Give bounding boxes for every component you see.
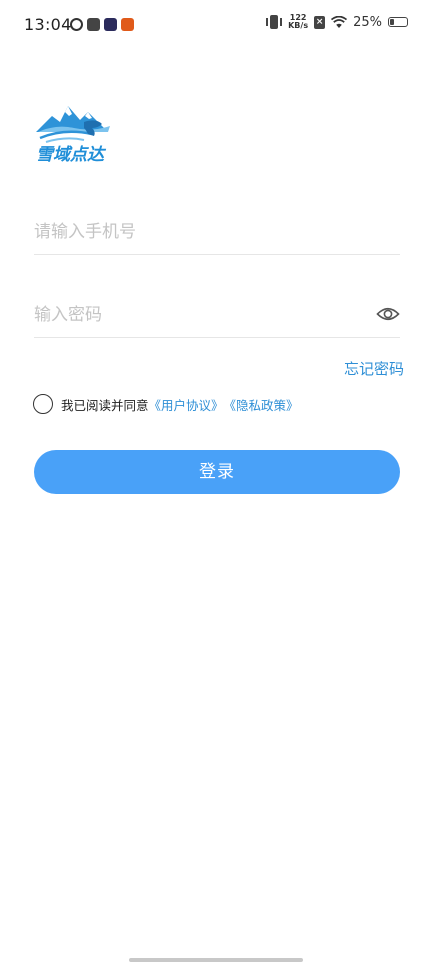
wifi-icon — [331, 15, 348, 29]
logo-text: 雪域点达 — [36, 145, 104, 165]
password-field — [34, 293, 400, 338]
net-speed: 122 KB/s — [288, 14, 308, 30]
login-button[interactable]: 登录 — [34, 450, 400, 494]
phone-input[interactable] — [34, 210, 354, 254]
phone-field — [34, 210, 400, 255]
sim-icon: × — [314, 15, 326, 29]
circle-app-icon — [70, 18, 83, 31]
status-time: 13:04 — [24, 15, 72, 34]
battery-icon — [388, 17, 408, 27]
battery-fill — [390, 19, 394, 25]
agreement-text: 我已阅读并同意 — [61, 397, 149, 413]
notification-icons — [70, 18, 134, 31]
agreement-checkbox[interactable] — [33, 394, 53, 414]
forgot-password-link[interactable]: 忘记密码 — [344, 358, 404, 379]
login-screen: 13:04 122 KB/s × 25% 雪域点达 请输入手机号 忘记密码 我已… — [0, 0, 432, 964]
user-agreement-link[interactable]: 《用户协议》 — [149, 395, 224, 414]
home-indicator[interactable] — [129, 958, 303, 962]
privacy-policy-link[interactable]: 《隐私政策》 — [224, 395, 299, 414]
status-bar: 13:04 122 KB/s × 25% — [0, 0, 432, 50]
eye-icon[interactable] — [376, 302, 400, 326]
dark-app-icon — [87, 18, 100, 31]
status-right: 122 KB/s × 25% — [266, 14, 408, 30]
orange-app-icon — [121, 18, 134, 31]
net-speed-unit: KB/s — [288, 21, 309, 30]
password-input[interactable] — [34, 293, 354, 337]
vibrate-icon — [266, 15, 283, 29]
media-app-icon — [104, 18, 117, 31]
agreement-row: 我已阅读并同意 《用户协议》 《隐私政策》 — [33, 394, 299, 414]
battery-percent: 25% — [353, 14, 382, 30]
